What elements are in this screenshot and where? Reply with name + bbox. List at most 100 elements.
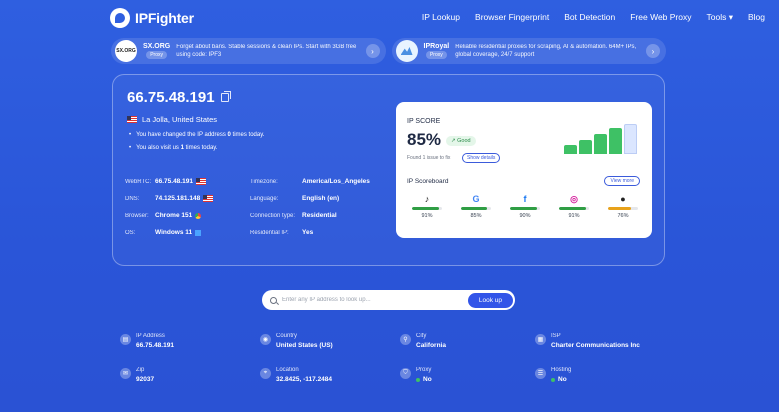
us-flag-icon xyxy=(195,178,206,185)
score-percent: 91% xyxy=(421,213,433,219)
score-bar xyxy=(594,134,607,154)
ad-name: SX.ORG xyxy=(143,43,171,50)
info-value: Charter Communications Inc xyxy=(551,342,640,349)
info-item: ⌖ Location 32.8425, -117.2484 xyxy=(260,367,332,383)
ad-tag: Proxy xyxy=(146,51,167,59)
detail-value: Windows 11 xyxy=(155,229,250,236)
info-value: No xyxy=(416,376,432,383)
score-percent: 91% xyxy=(568,213,580,219)
detail-row: WebRTC: 66.75.48.191 Timezone: America/L… xyxy=(125,173,395,190)
scoreboard-label: IP Scoreboard xyxy=(407,178,449,185)
ip-icon: ▤ xyxy=(120,334,131,345)
webrtc-value: 66.75.48.191 xyxy=(155,178,193,185)
score-progress xyxy=(412,207,442,210)
scoreboard-item: ◎ 91% xyxy=(559,194,589,219)
info-item: ✉ Zip 92037 xyxy=(120,367,154,383)
score-bar xyxy=(609,128,622,154)
ip-change-count: You have changed the IP address 0 times … xyxy=(129,129,264,142)
view-more-button[interactable]: View more xyxy=(604,176,640,186)
ad-sxorg[interactable]: SX.ORG SX.ORG Proxy Forget about bans. S… xyxy=(111,38,386,64)
detail-row: DNS: 74.125.181.148 Language: English (e… xyxy=(125,190,395,207)
info-label: Zip xyxy=(136,367,145,373)
nav-free-web-proxy[interactable]: Free Web Proxy xyxy=(630,12,691,23)
detail-label: Residential IP: xyxy=(250,229,289,236)
score-bar xyxy=(564,145,577,154)
detail-row: OS: Windows 11 Residential IP: Yes xyxy=(125,224,395,241)
info-value: 32.8425, -117.2484 xyxy=(276,376,332,383)
score-progress xyxy=(510,207,540,210)
nav-browser-fingerprint[interactable]: Browser Fingerprint xyxy=(475,12,549,23)
info-label: Country xyxy=(276,333,298,339)
visit-count: You also visit us 1 times today. xyxy=(129,142,264,155)
info-item: ☰ Hosting No xyxy=(535,367,571,383)
chevron-right-icon[interactable]: › xyxy=(365,44,380,58)
status-badge: ↗ Good xyxy=(446,136,476,146)
status-dot xyxy=(551,377,555,382)
detail-label: DNS: xyxy=(125,195,140,202)
status-dot xyxy=(416,377,420,382)
info-content: ISP Charter Communications Inc xyxy=(551,333,640,349)
visit-stats: You have changed the IP address 0 times … xyxy=(129,129,264,155)
info-value-text: 92037 xyxy=(136,376,155,383)
chevron-right-icon[interactable]: › xyxy=(646,44,660,58)
logo[interactable]: IPFighter xyxy=(110,8,194,28)
info-content: Location 32.8425, -117.2484 xyxy=(276,367,332,383)
detail-value: Chrome 151 xyxy=(155,212,250,219)
copy-icon[interactable] xyxy=(220,91,231,102)
detail-row: Browser: Chrome 151 Connection type: Res… xyxy=(125,207,395,224)
badge-text: Good xyxy=(457,138,471,144)
hosting-icon: ☰ xyxy=(535,368,546,379)
stat-text: You have changed the IP address xyxy=(136,132,228,138)
info-value: United States (US) xyxy=(276,342,333,349)
detail-value: 74.125.181.148 xyxy=(155,195,250,202)
stat-text: You also visit us xyxy=(136,145,181,151)
instagram-icon: ◎ xyxy=(570,193,578,204)
score-bar xyxy=(624,124,637,154)
info-content: Country United States (US) xyxy=(276,333,333,349)
nav-ip-lookup[interactable]: IP Lookup xyxy=(422,12,460,23)
nav-bot-detection[interactable]: Bot Detection xyxy=(564,12,615,23)
detail-label: WebRTC: xyxy=(125,178,152,185)
detail-value: English (en) xyxy=(302,195,340,202)
show-details-button[interactable]: Show details xyxy=(462,153,501,163)
info-item: ⛉ Proxy No xyxy=(400,367,432,383)
ad-text: Reliable residential proxies for scrapin… xyxy=(455,44,637,58)
ad-name: IPRoyal xyxy=(423,43,450,50)
info-item: ▤ IP Address 66.75.48.191 xyxy=(120,333,174,349)
info-content: Proxy No xyxy=(416,367,432,383)
tiktok-icon: ♪ xyxy=(424,194,430,204)
info-label: ISP xyxy=(551,333,561,339)
detail-label: Timezone: xyxy=(250,178,278,185)
detail-value: Residential xyxy=(302,212,337,219)
score-fill xyxy=(559,207,587,210)
score-fill xyxy=(412,207,440,210)
detail-value: Yes xyxy=(302,229,314,236)
location-icon: ⌖ xyxy=(260,368,271,379)
ip-search-input[interactable] xyxy=(277,297,468,303)
proxy-icon: ⛉ xyxy=(400,368,411,379)
os-value: Windows 11 xyxy=(155,229,193,236)
stat-text: times today. xyxy=(230,132,265,138)
info-item: ◉ Country United States (US) xyxy=(260,333,333,349)
info-label: City xyxy=(416,333,427,339)
ad-iproyal[interactable]: IPRoyal Proxy Reliable residential proxi… xyxy=(391,38,666,64)
info-label: Location xyxy=(276,367,299,373)
globe-icon: ◉ xyxy=(260,334,271,345)
info-value: California xyxy=(416,342,446,349)
google-icon: G xyxy=(472,194,480,204)
nav-tools[interactable]: Tools ▾ xyxy=(707,12,733,23)
look-up-button[interactable]: Look up xyxy=(467,292,513,308)
stat-text: times today. xyxy=(183,145,218,151)
nav-blog[interactable]: Blog xyxy=(748,12,765,23)
chrome-icon xyxy=(195,212,202,219)
score-value: 85% xyxy=(407,130,442,149)
ad-tag: Proxy xyxy=(425,51,447,59)
info-content: City California xyxy=(416,333,446,349)
main-nav: IP Lookup Browser Fingerprint Bot Detect… xyxy=(422,12,765,23)
info-item: ▦ ISP Charter Communications Inc xyxy=(535,333,640,349)
browser-value: Chrome 151 xyxy=(155,212,193,219)
pin-icon: ⚲ xyxy=(400,334,411,345)
score-fill xyxy=(461,207,487,210)
info-item: ⚲ City California xyxy=(400,333,446,349)
zip-icon: ✉ xyxy=(120,368,131,379)
